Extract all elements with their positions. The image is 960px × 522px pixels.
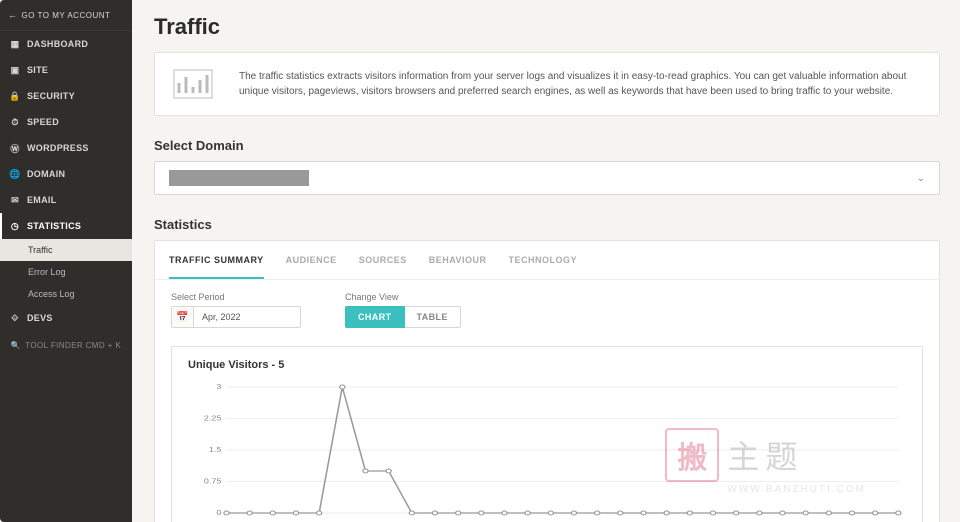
sidebar-item-speed[interactable]: ⏱SPEED [0,109,132,135]
select-domain-label: Select Domain [154,138,940,153]
site-icon: ▣ [10,65,20,75]
stats-tabs: TRAFFIC SUMMARY AUDIENCE SOURCES BEHAVIO… [155,241,939,280]
sidebar: ← GO TO MY ACCOUNT ▦DASHBOARD ▣SITE 🔒SEC… [0,0,132,522]
wordpress-icon: Ⓦ [10,143,20,153]
select-period-label: Select Period [171,292,301,302]
main-content: Traffic The traffic statistics extracts … [132,0,960,522]
globe-icon: 🌐 [10,169,20,179]
subnav-error-log[interactable]: Error Log [0,261,132,283]
chevron-down-icon: ⌄ [917,173,925,184]
intro-text: The traffic statistics extracts visitors… [239,69,921,99]
calendar-icon: 📅 [172,307,194,327]
subnav-access-log[interactable]: Access Log [0,283,132,305]
tab-sources[interactable]: SOURCES [359,241,407,279]
statistics-card: TRAFFIC SUMMARY AUDIENCE SOURCES BEHAVIO… [154,240,940,522]
svg-text:1.5: 1.5 [209,446,222,454]
speed-icon: ⏱ [10,117,20,127]
view-table-button[interactable]: TABLE [405,306,461,328]
go-to-account-label: GO TO MY ACCOUNT [22,11,111,20]
view-toggle: CHART TABLE [345,306,461,328]
tab-behaviour[interactable]: BEHAVIOUR [429,241,487,279]
subnav-traffic[interactable]: Traffic [0,239,132,261]
dashboard-icon: ▦ [10,39,20,49]
devs-icon: ⟐ [10,313,20,323]
tool-finder[interactable]: 🔍 TOOL FINDER CMD + K [0,331,132,360]
email-icon: ✉ [10,195,20,205]
sidebar-item-email[interactable]: ✉EMAIL [0,187,132,213]
tab-audience[interactable]: AUDIENCE [286,241,337,279]
period-value: Apr, 2022 [194,312,249,322]
go-to-account-link[interactable]: ← GO TO MY ACCOUNT [0,0,132,31]
line-chart: 00.751.52.253Apr 01Apr 03Apr 05Apr 07Apr… [188,381,906,522]
period-picker[interactable]: 📅 Apr, 2022 [171,306,301,328]
view-chart-button[interactable]: CHART [345,306,405,328]
sidebar-item-devs[interactable]: ⟐DEVS [0,305,132,331]
svg-text:0: 0 [216,509,222,517]
sidebar-item-security[interactable]: 🔒SECURITY [0,83,132,109]
search-icon: 🔍 [11,341,21,350]
chart-illustration-icon [173,69,213,99]
back-arrow-icon: ← [8,10,18,20]
statistics-icon: ◷ [10,221,20,231]
tab-traffic-summary[interactable]: TRAFFIC SUMMARY [169,241,264,279]
lock-icon: 🔒 [10,91,20,101]
sidebar-item-statistics[interactable]: ◷STATISTICS [0,213,132,239]
sidebar-item-domain[interactable]: 🌐DOMAIN [0,161,132,187]
svg-text:2.25: 2.25 [204,414,222,422]
domain-select-value [169,170,309,186]
svg-text:0.75: 0.75 [204,477,222,485]
domain-select[interactable]: ⌄ [154,161,940,195]
sidebar-item-wordpress[interactable]: ⓌWORDPRESS [0,135,132,161]
svg-text:3: 3 [216,383,222,391]
sidebar-item-dashboard[interactable]: ▦DASHBOARD [0,31,132,57]
sidebar-item-site[interactable]: ▣SITE [0,57,132,83]
chart-container: Unique Visitors - 5 00.751.52.253Apr 01A… [171,346,923,522]
intro-card: The traffic statistics extracts visitors… [154,52,940,116]
tab-technology[interactable]: TECHNOLOGY [509,241,578,279]
chart-title: Unique Visitors - 5 [188,359,906,371]
change-view-label: Change View [345,292,461,302]
statistics-label: Statistics [154,217,940,232]
page-title: Traffic [154,14,940,40]
